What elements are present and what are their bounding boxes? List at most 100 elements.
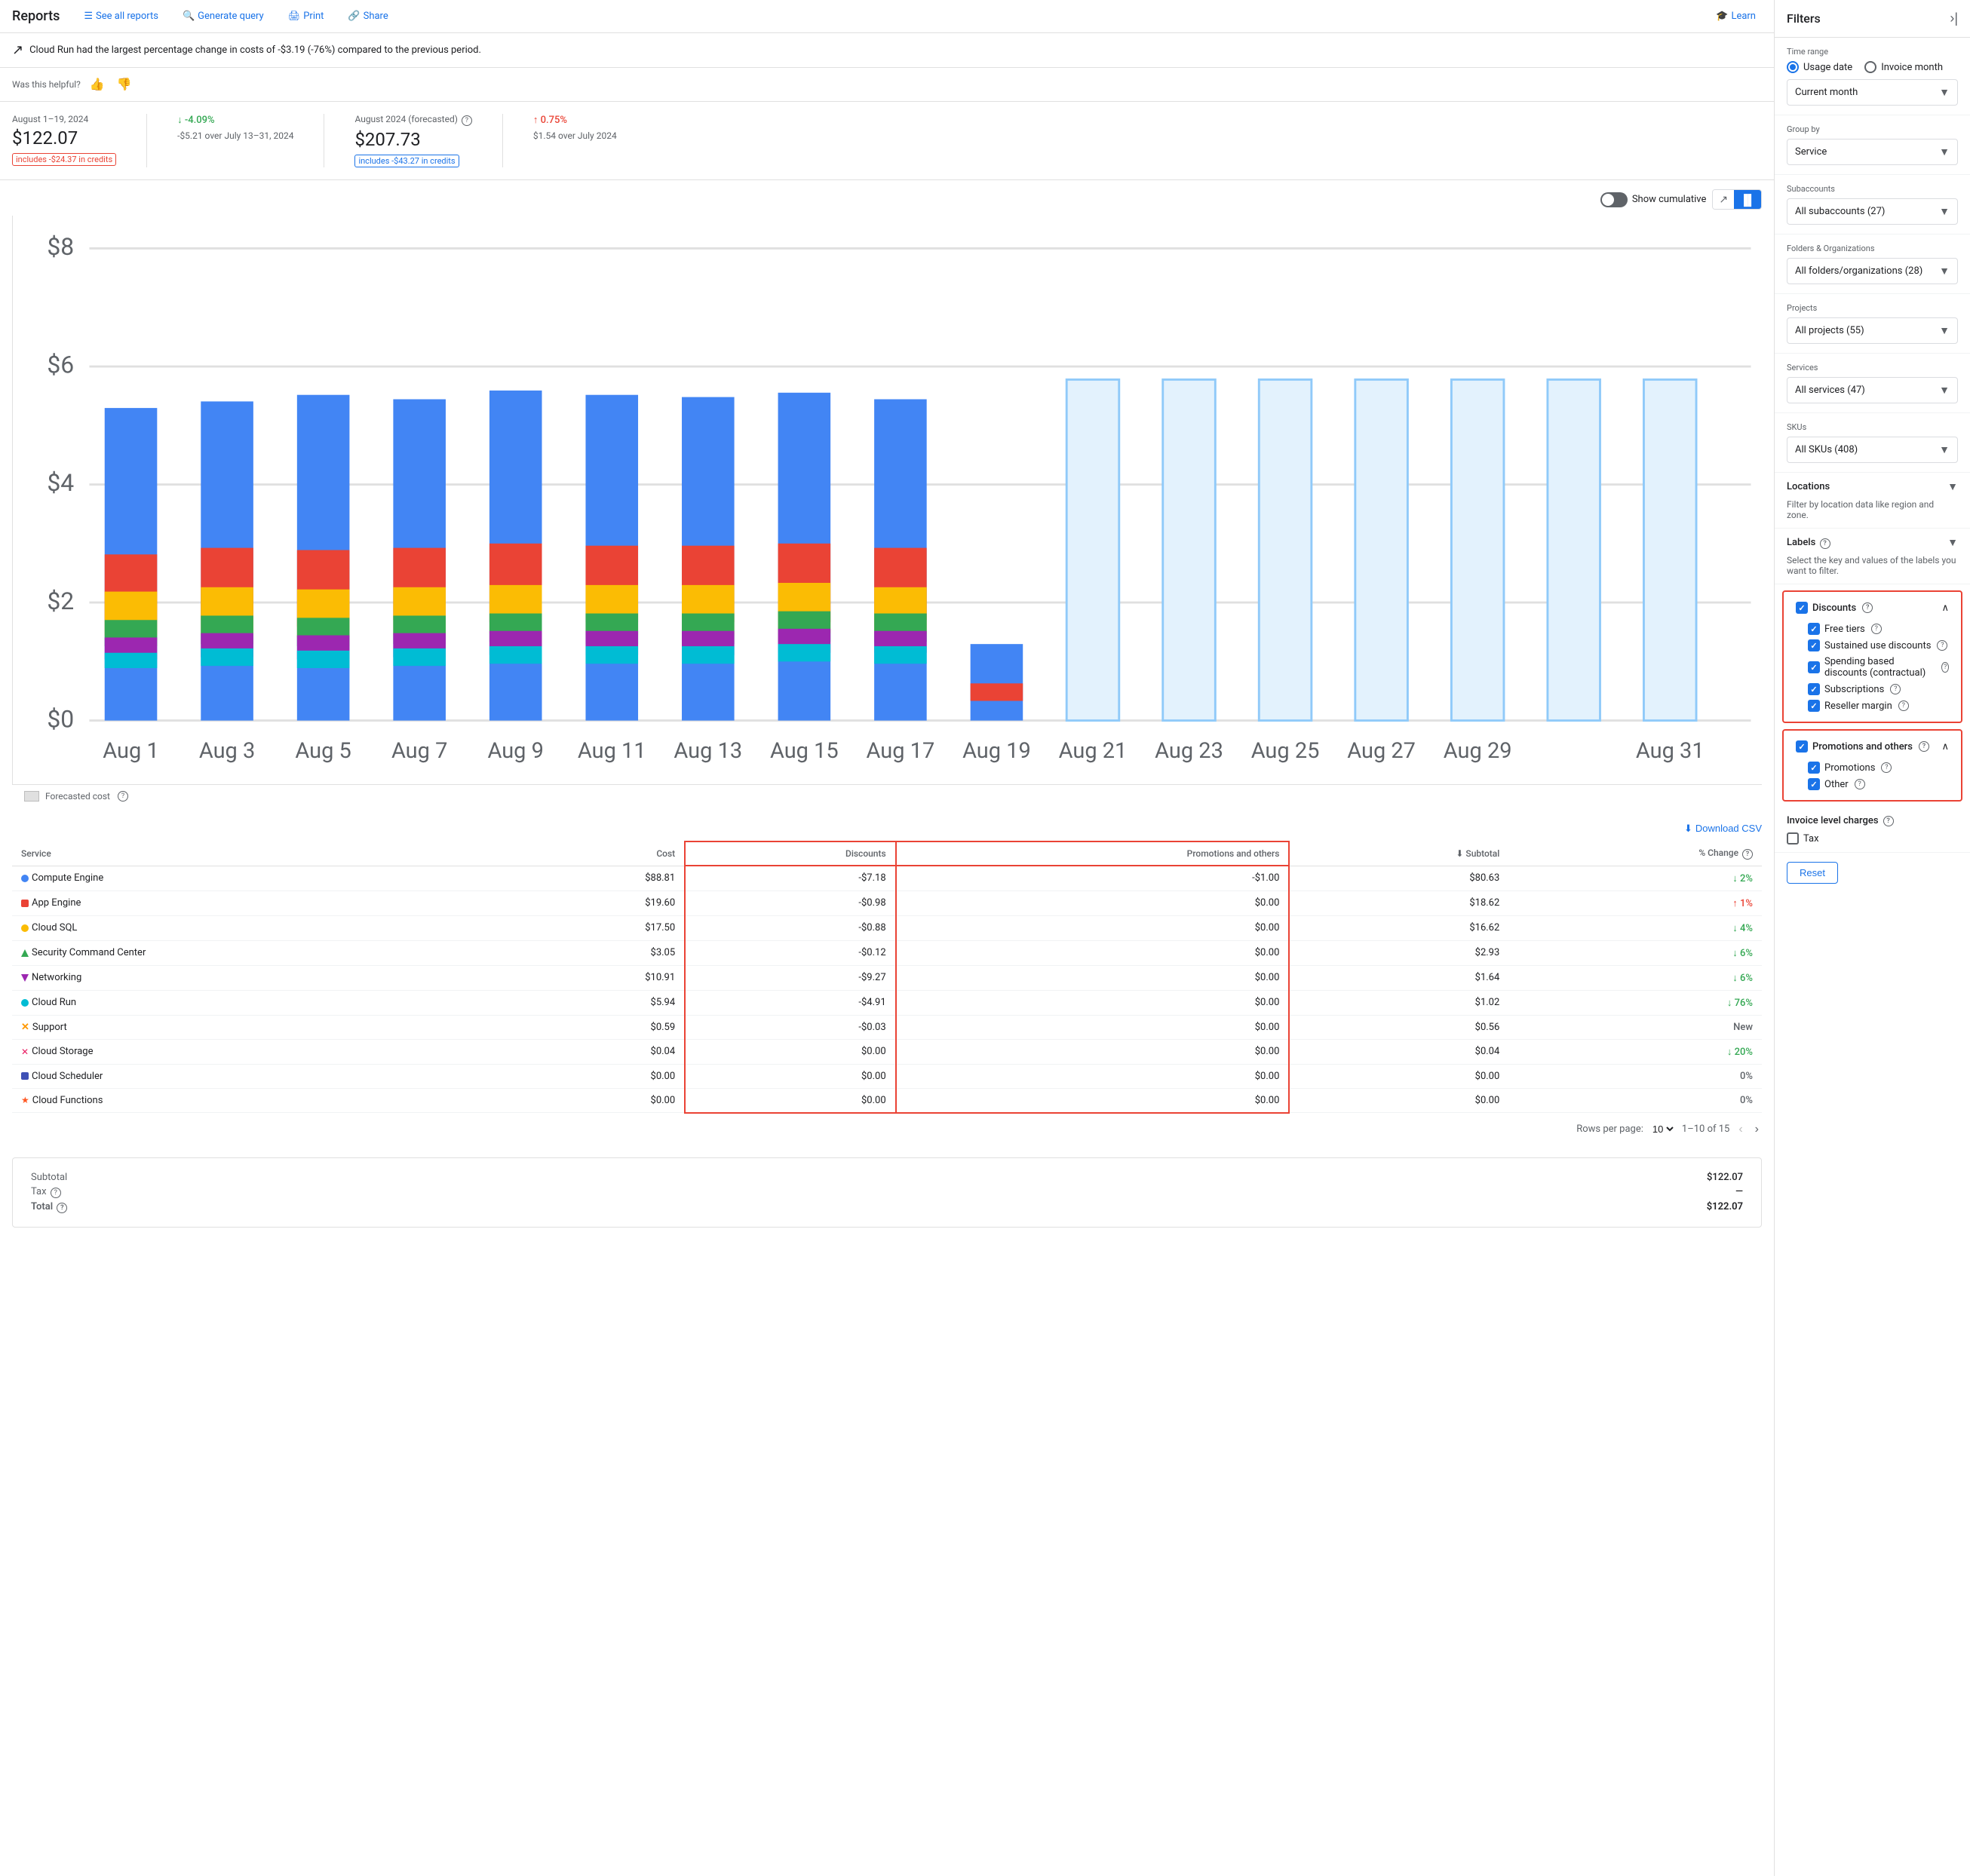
show-cumulative-toggle[interactable] [1600,192,1628,207]
change-help-icon[interactable]: ? [1742,849,1753,860]
tax-item: Tax [1787,832,1958,845]
free-tiers-checkbox[interactable] [1808,623,1820,635]
labels-section: Labels ? ▼ Select the key and values of … [1775,529,1970,584]
subtotal-cell: $1.64 [1289,965,1508,990]
print-link[interactable]: 🖨 Print [282,8,330,25]
promotions-section: Promotions and others ? ∧ Promotions ? O… [1782,729,1962,802]
reset-button[interactable]: Reset [1787,862,1838,884]
table-row: App Engine $19.60 -$0.98 $0.00 $18.62 ↑ … [12,890,1762,915]
group-by-dropdown[interactable]: Service ▼ [1787,139,1958,165]
table-row: Security Command Center $3.05 -$0.12 $0.… [12,940,1762,965]
thumbs-down-button[interactable]: 👎 [114,74,135,95]
bar-chart-button[interactable]: ▐▌ [1734,190,1761,209]
download-csv-button[interactable]: ⬇ Download CSV [1684,823,1762,835]
locations-chevron-icon: ▼ [1947,480,1958,493]
discounts-help-icon[interactable]: ? [1862,602,1873,613]
promotions-help-icon[interactable]: ? [1919,741,1929,752]
svg-text:Aug 17: Aug 17 [867,738,935,764]
subscriptions-help-icon[interactable]: ? [1890,684,1901,694]
services-dropdown[interactable]: All services (47) ▼ [1787,377,1958,403]
cost-cell: $0.00 [513,1088,685,1113]
col-subtotal-header: ⬇ Subtotal [1289,841,1508,866]
table-row: Networking $10.91 -$9.27 $0.00 $1.64 ↓ 6… [12,965,1762,990]
projects-chevron-icon: ▼ [1939,324,1950,337]
labels-section-header[interactable]: Labels ? ▼ [1787,536,1958,549]
cost-cell: $19.60 [513,890,685,915]
tax-checkbox[interactable] [1787,832,1799,845]
locations-section-header[interactable]: Locations ▼ [1787,480,1958,493]
reseller-margin-checkbox[interactable] [1808,700,1820,712]
promotions-sub-checkbox[interactable] [1808,762,1820,774]
subscriptions-checkbox[interactable] [1808,683,1820,695]
discounts-checkbox[interactable] [1796,602,1808,614]
page-next-button[interactable]: › [1752,1120,1762,1139]
subtotal-cell: $0.56 [1289,1015,1508,1039]
free-tiers-help-icon[interactable]: ? [1871,624,1882,634]
promotions-cell: $0.00 [896,965,1290,990]
table-header: Service Cost Discounts Promotions and ot… [12,841,1762,866]
group-by-chevron-icon: ▼ [1939,146,1950,158]
invoice-month-radio[interactable]: Invoice month [1864,61,1943,73]
print-icon: 🖨 [288,11,301,22]
service-cell: Cloud Run [12,990,513,1015]
tax-label: Tax ? [25,1185,888,1200]
spending-based-item: Spending based discounts (contractual) ? [1796,654,1949,681]
promotions-checkbox[interactable] [1796,740,1808,753]
rows-per-page-select[interactable]: 10 25 50 [1649,1123,1676,1136]
invoice-level-help-icon[interactable]: ? [1883,816,1894,826]
subaccounts-dropdown[interactable]: All subaccounts (27) ▼ [1787,198,1958,225]
pagination-row: Rows per page: 10 25 50 1–10 of 15 ‹ › [12,1114,1762,1145]
total-help-icon[interactable]: ? [57,1203,67,1213]
forecasted-credits-badge: includes -$43.27 in credits [354,155,459,167]
service-cell: ★Cloud Functions [12,1088,513,1113]
download-icon: ⬇ [1684,823,1692,835]
folders-dropdown[interactable]: All folders/organizations (28) ▼ [1787,258,1958,284]
current-month-dropdown[interactable]: Current month ▼ [1787,79,1958,106]
invoice-level-title: Invoice level charges ? [1787,815,1958,826]
forecasted-cost-help-icon[interactable]: ? [118,791,128,802]
skus-dropdown[interactable]: All SKUs (408) ▼ [1787,437,1958,463]
filters-collapse-button[interactable]: ›| [1950,11,1958,26]
cost-cell: $10.91 [513,965,685,990]
spending-based-checkbox[interactable] [1808,661,1820,673]
svg-text:Aug 27: Aug 27 [1347,738,1416,764]
line-chart-button[interactable]: ↗ [1713,190,1734,209]
other-checkbox[interactable] [1808,778,1820,790]
sustained-use-checkbox[interactable] [1808,639,1820,651]
credits-collapse-icon[interactable]: ∧ [1941,602,1949,614]
tax-help-icon[interactable]: ? [51,1188,61,1198]
usage-date-radio[interactable]: Usage date [1787,61,1852,73]
promotions-collapse-icon[interactable]: ∧ [1941,741,1949,753]
projects-dropdown[interactable]: All projects (55) ▼ [1787,317,1958,344]
promotions-label-help-icon[interactable]: ? [1881,762,1892,773]
subscriptions-item: Subscriptions ? [1796,681,1949,697]
free-tiers-item: Free tiers ? [1796,621,1949,637]
svg-text:Aug 11: Aug 11 [578,738,646,764]
change-cell: ↓ 6% [1508,940,1762,965]
forecasted-cost-label: Forecasted cost [45,791,110,802]
forecasted-help-icon[interactable]: ? [462,115,472,126]
discounts-cell: $0.00 [685,1064,895,1088]
page-prev-button[interactable]: ‹ [1735,1120,1745,1139]
sustained-use-item: Sustained use discounts ? [1796,637,1949,654]
promotions-cell: $0.00 [896,915,1290,940]
other-help-icon[interactable]: ? [1855,779,1865,789]
sustained-use-help-icon[interactable]: ? [1937,640,1947,651]
page-title: Reports [12,8,60,24]
subtotal-cell: $18.62 [1289,890,1508,915]
see-all-reports-link[interactable]: ☰ See all reports [78,8,164,25]
spending-based-help-icon[interactable]: ? [1941,662,1949,673]
thumbs-up-button[interactable]: 👍 [87,74,108,95]
usage-date-label: Usage date [1803,62,1852,73]
discounts-cell: $0.00 [685,1088,895,1113]
generate-query-link[interactable]: 🔍 Generate query [176,8,270,25]
promotions-cell: $0.00 [896,1064,1290,1088]
forecasted-change-stat: ↑ 0.75% $1.54 over July 2024 [533,114,617,141]
labels-help-icon[interactable]: ? [1820,538,1830,549]
svg-text:Aug 1: Aug 1 [103,738,158,764]
share-link[interactable]: 🔗 Share [342,8,394,25]
reseller-margin-help-icon[interactable]: ? [1898,700,1909,711]
labels-desc: Select the key and values of the labels … [1787,549,1958,576]
locations-desc: Filter by location data like region and … [1787,493,1958,520]
learn-link[interactable]: 🎓 Learn [1710,8,1762,25]
